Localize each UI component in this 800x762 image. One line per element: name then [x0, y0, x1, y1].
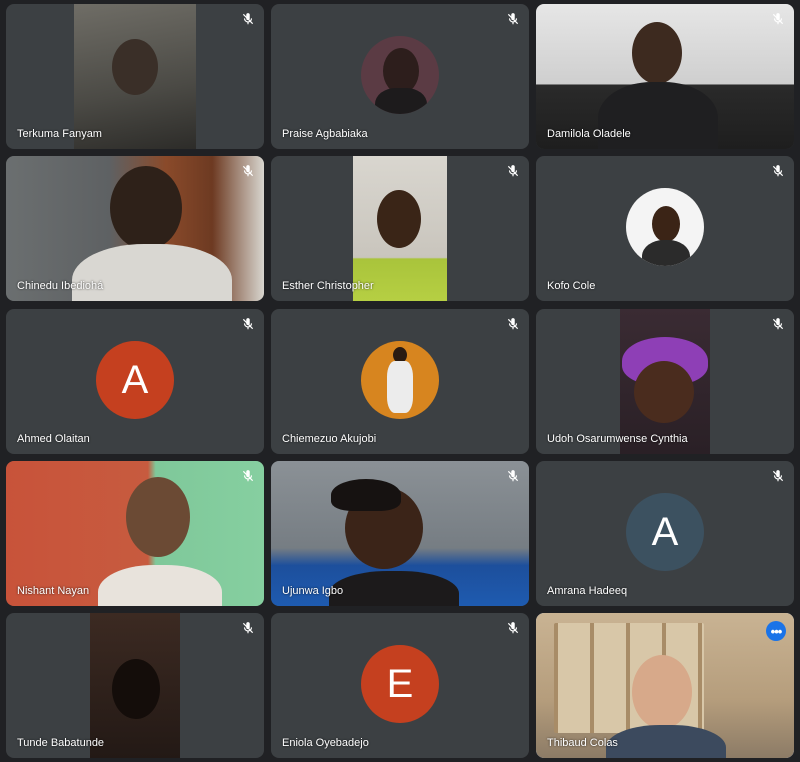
more-options-icon[interactable]: ••• [766, 621, 786, 641]
participant-name: Damilola Oladele [547, 128, 631, 140]
participant-tile[interactable]: Esther Christopher [271, 156, 529, 301]
mic-off-icon [507, 318, 519, 330]
participant-tile[interactable]: A Amrana Hadeeq [536, 461, 794, 606]
participant-name: Chiemezuo Akujobi [282, 433, 377, 445]
mic-off-icon [772, 318, 784, 330]
participant-tile-active[interactable]: ••• Thibaud Colas [536, 613, 794, 758]
avatar-letter: E [386, 661, 414, 706]
participant-name: Thibaud Colas [547, 737, 618, 749]
mic-off-icon [507, 165, 519, 177]
participant-name: Amrana Hadeeq [547, 585, 628, 597]
participant-name: Tunde Babatunde [17, 737, 105, 749]
participant-avatar: A [96, 340, 174, 419]
mic-off-icon [772, 165, 784, 177]
participant-name: Chinedu Ibediohá [17, 280, 104, 292]
participant-avatar [361, 35, 439, 114]
participant-tile[interactable]: Damilola Oladele [536, 4, 794, 149]
mic-off-icon [507, 470, 519, 482]
participant-name: Ahmed Olaitan [17, 433, 90, 445]
participant-tile[interactable]: Chinedu Ibediohá [6, 156, 264, 301]
mic-off-icon [242, 622, 254, 634]
participant-tile[interactable]: Praise Agbabiaka [271, 4, 529, 149]
participant-tile[interactable]: Nishant Nayan [6, 461, 264, 606]
mic-off-icon [242, 318, 254, 330]
participant-avatar [361, 340, 439, 419]
participant-name: Esther Christopher [282, 280, 374, 292]
participant-name: Ujunwa Igbo [282, 585, 344, 597]
participant-tile[interactable]: Chiemezuo Akujobi [271, 309, 529, 454]
participant-name: Praise Agbabiaka [282, 128, 368, 140]
mic-off-icon [507, 13, 519, 25]
avatar-letter: A [121, 357, 149, 402]
mic-off-icon [242, 470, 254, 482]
participant-avatar: E [361, 644, 439, 723]
participant-name: Eniola Oyebadejo [282, 737, 369, 749]
mic-off-icon [772, 470, 784, 482]
mic-off-icon [242, 13, 254, 25]
avatar-letter: A [651, 509, 679, 554]
participant-tile[interactable]: A Ahmed Olaitan [6, 309, 264, 454]
participant-avatar [626, 187, 704, 266]
participant-name: Kofo Cole [547, 280, 596, 292]
participant-name: Nishant Nayan [17, 585, 90, 597]
participant-tile[interactable]: Kofo Cole [536, 156, 794, 301]
participant-tile[interactable]: Tunde Babatunde [6, 613, 264, 758]
participant-avatar: A [626, 492, 704, 571]
mic-off-icon [507, 622, 519, 634]
participant-tile[interactable]: Ujunwa Igbo [271, 461, 529, 606]
mic-off-icon [772, 13, 784, 25]
participant-name: Terkuma Fanyam [17, 128, 102, 140]
participant-tile[interactable]: Udoh Osarumwense Cynthia [536, 309, 794, 454]
mic-off-icon [242, 165, 254, 177]
participant-tile[interactable]: E Eniola Oyebadejo [271, 613, 529, 758]
participant-name: Udoh Osarumwense Cynthia [547, 433, 688, 445]
participant-tile[interactable]: Terkuma Fanyam [6, 4, 264, 149]
